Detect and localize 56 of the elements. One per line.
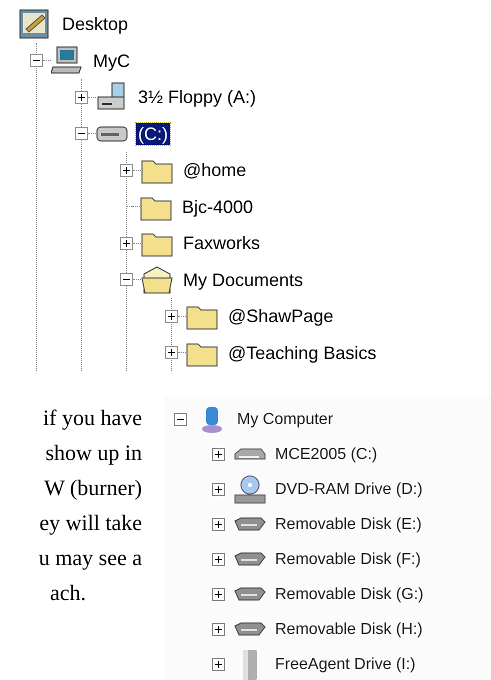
plus-icon xyxy=(167,348,176,358)
tree-item-label[interactable]: MCE2005 (C:) xyxy=(275,442,378,466)
expand-toggle[interactable] xyxy=(212,553,225,566)
tree-item-label[interactable]: @ShawPage xyxy=(226,305,336,328)
computer-icon xyxy=(200,406,224,434)
tree-item-label[interactable]: My Computer xyxy=(237,408,334,432)
optical-drive-icon xyxy=(233,474,267,504)
plus-icon xyxy=(122,238,131,248)
external-drive-icon xyxy=(240,648,260,680)
hard-drive-icon xyxy=(96,124,128,144)
removable-disk-icon xyxy=(233,516,267,534)
tree-item-label[interactable]: Faxworks xyxy=(181,232,262,254)
expand-toggle[interactable] xyxy=(212,658,225,671)
article-paragraph: if you have show up in W (burner) ey will take u may see a ach. xyxy=(38,404,142,607)
tree-item-label[interactable]: My Documents xyxy=(181,268,306,291)
expand-toggle[interactable] xyxy=(120,236,133,250)
tree-item-label[interactable]: Removable Disk (F:) xyxy=(275,548,421,572)
expand-toggle[interactable] xyxy=(212,483,225,496)
removable-disk-icon xyxy=(233,550,267,568)
tree-item-label[interactable]: MyC xyxy=(91,50,132,72)
expand-toggle[interactable] xyxy=(165,310,178,323)
plus-icon xyxy=(167,312,176,321)
tree-item-label[interactable]: Removable Disk (E:) xyxy=(275,512,422,536)
expand-toggle[interactable] xyxy=(212,623,225,636)
expand-toggle[interactable] xyxy=(212,518,225,531)
plus-icon xyxy=(214,450,223,459)
expand-toggle[interactable] xyxy=(212,588,225,601)
tree-item-label[interactable]: Removable Disk (H:) xyxy=(275,618,423,642)
tree-item-label[interactable]: Removable Disk (G:) xyxy=(275,582,424,606)
plus-icon xyxy=(77,92,86,102)
tree-item-label[interactable]: Desktop xyxy=(60,13,130,36)
collapse-toggle[interactable] xyxy=(75,127,88,140)
plus-icon xyxy=(214,520,223,529)
plus-icon xyxy=(122,166,131,175)
tree-item-label[interactable]: 3½ Floppy (A:) xyxy=(136,86,258,108)
plus-icon xyxy=(214,660,223,669)
open-folder-icon xyxy=(141,266,173,294)
removable-disk-icon xyxy=(233,620,267,638)
plus-icon xyxy=(214,625,223,634)
tree-item-label[interactable]: @home xyxy=(181,159,248,182)
tree-item-label[interactable]: DVD-RAM Drive (D:) xyxy=(275,478,423,502)
collapse-toggle[interactable] xyxy=(120,273,133,286)
expand-toggle[interactable] xyxy=(120,164,133,177)
tree-item-label[interactable]: FreeAgent Drive (I:) xyxy=(275,652,416,676)
plus-icon xyxy=(214,590,223,599)
tree-item-label[interactable]: Bjc-4000 xyxy=(180,196,256,218)
plus-icon xyxy=(214,555,223,564)
collapse-toggle[interactable] xyxy=(30,54,43,68)
collapse-toggle[interactable] xyxy=(174,413,187,426)
removable-disk-icon xyxy=(233,586,267,604)
plus-icon xyxy=(214,485,223,494)
tree-item-label[interactable]: @Teaching Basics xyxy=(226,342,378,364)
expand-toggle[interactable] xyxy=(75,90,88,104)
tree-item-label[interactable]: (C:) xyxy=(136,122,170,145)
expand-toggle[interactable] xyxy=(165,346,178,360)
expand-toggle[interactable] xyxy=(212,448,225,461)
